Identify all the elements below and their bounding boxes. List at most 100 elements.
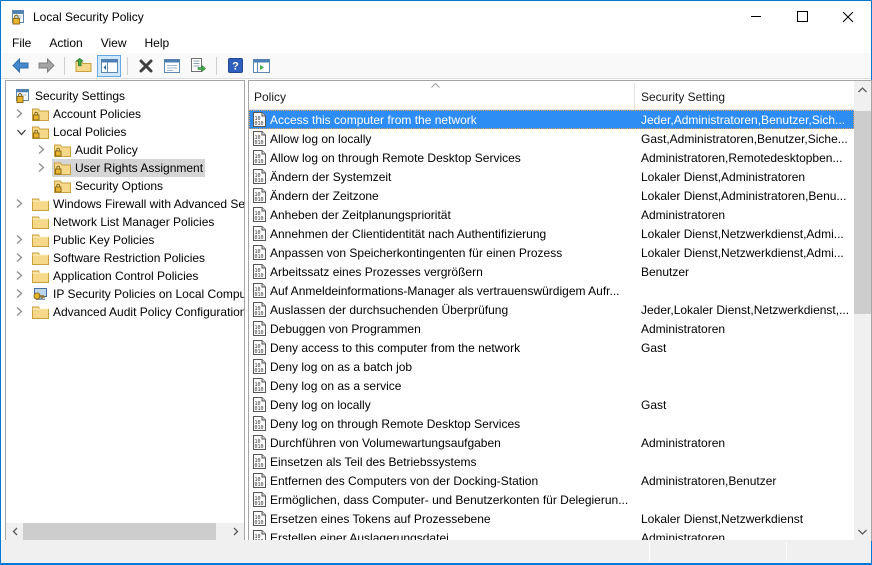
table-row[interactable]: 10010Ändern der ZeitzoneLokaler Dienst,A… <box>249 186 854 205</box>
policy-rows: 10010Access this computer from the netwo… <box>249 110 854 540</box>
tree-item-label: IP Security Policies on Local Computer <box>53 287 244 301</box>
up-one-level-button[interactable] <box>71 55 95 77</box>
table-row[interactable]: 10010Auf Anmeldeinformations-Manager als… <box>249 281 854 300</box>
cell-security-setting: Lokaler Dienst,Netzwerkdienst,Admi... <box>641 227 852 241</box>
column-divider[interactable] <box>634 83 635 109</box>
cell-policy: Anheben der Zeitplanungspriorität <box>270 208 632 222</box>
tree-item-application-control-policies[interactable]: Application Control Policies <box>6 267 244 285</box>
tree-item-user-rights-assignment[interactable]: User Rights Assignment <box>6 159 244 177</box>
column-header-policy[interactable]: Policy <box>254 90 286 104</box>
chevron-collapsed-icon[interactable] <box>38 162 50 174</box>
chevron-collapsed-icon[interactable] <box>16 306 28 318</box>
table-row[interactable]: 10010Ändern der SystemzeitLokaler Dienst… <box>249 167 854 186</box>
forward-button[interactable] <box>34 55 58 77</box>
chevron-collapsed-icon[interactable] <box>16 108 28 120</box>
table-row[interactable]: 10010Entfernen des Computers von der Doc… <box>249 471 854 490</box>
svg-text:010: 010 <box>255 273 264 279</box>
chevron-collapsed-icon[interactable] <box>16 198 28 210</box>
back-button[interactable] <box>8 55 32 77</box>
close-button[interactable] <box>825 1 871 32</box>
tree-item-local-policies[interactable]: Local Policies <box>6 123 244 141</box>
table-row[interactable]: 10010Deny log on as a service <box>249 376 854 395</box>
minimize-button[interactable] <box>733 1 779 32</box>
table-row[interactable]: 10010Allow log on through Remote Desktop… <box>249 148 854 167</box>
table-row[interactable]: 10010Anpassen von Speicherkontingenten f… <box>249 243 854 262</box>
table-row[interactable]: 10010Durchführen von Volumewartungsaufga… <box>249 433 854 452</box>
properties-icon <box>164 59 180 73</box>
svg-text:?: ? <box>232 61 239 73</box>
table-row[interactable]: 10010Annehmen der Clientidentität nach A… <box>249 224 854 243</box>
tree-horizontal-scrollbar <box>6 523 244 540</box>
svg-text:010: 010 <box>255 121 264 127</box>
tree-item-label: Windows Firewall with Advanced Security <box>53 197 244 211</box>
scroll-left-arrow[interactable] <box>6 523 23 540</box>
table-row[interactable]: 10010Debuggen von ProgrammenAdministrato… <box>249 319 854 338</box>
table-row[interactable]: 10010Einsetzen als Teil des Betriebssyst… <box>249 452 854 471</box>
table-row[interactable]: 10010Ermöglichen, dass Computer- und Ben… <box>249 490 854 509</box>
tree-item-label: Security Settings <box>35 89 125 103</box>
toolbar-separator <box>216 57 217 75</box>
cell-policy: Debuggen von Programmen <box>270 322 632 336</box>
cell-policy: Allow log on locally <box>270 132 632 146</box>
tree-item-software-restriction-policies[interactable]: Software Restriction Policies <box>6 249 244 267</box>
table-row[interactable]: 10010Erstellen einer AuslagerungsdateiAd… <box>249 528 854 540</box>
svg-text:010: 010 <box>255 482 264 488</box>
table-row[interactable]: 10010Arbeitssatz eines Prozesses vergröß… <box>249 262 854 281</box>
folder-icon <box>32 269 53 283</box>
export-list-icon <box>190 58 206 73</box>
export-list-button[interactable] <box>186 55 210 77</box>
statusbar-divider <box>786 542 787 561</box>
tree-item-audit-policy[interactable]: Audit Policy <box>6 141 244 159</box>
tree-item-security-options[interactable]: Security Options <box>6 177 244 195</box>
help-button[interactable]: ? <box>223 55 247 77</box>
tree-item-label: Application Control Policies <box>53 269 198 283</box>
tree-item-ip-security-policies-on-local-computer[interactable]: IP Security Policies on Local Computer <box>6 285 244 303</box>
table-row[interactable]: 10010Deny access to this computer from t… <box>249 338 854 357</box>
tree-item-label: Local Policies <box>53 125 126 139</box>
scrollbar-thumb[interactable] <box>854 111 871 314</box>
menu-item-action[interactable]: Action <box>40 34 91 52</box>
titlebar: Local Security Policy <box>1 1 871 32</box>
menu-item-view[interactable]: View <box>92 34 136 52</box>
svg-text:010: 010 <box>255 444 264 450</box>
scroll-up-arrow[interactable] <box>854 81 871 98</box>
column-header-security-setting[interactable]: Security Setting <box>641 90 725 104</box>
table-row[interactable]: 10010Allow log on locallyGast,Administra… <box>249 129 854 148</box>
tree-item-public-key-policies[interactable]: Public Key Policies <box>6 231 244 249</box>
delete-button[interactable] <box>134 55 158 77</box>
tree-item-network-list-manager-policies[interactable]: Network List Manager Policies <box>6 213 244 231</box>
scroll-down-arrow[interactable] <box>854 523 871 540</box>
tree-item-label: Advanced Audit Policy Configuration <box>53 305 244 319</box>
menu-item-file[interactable]: File <box>3 34 40 52</box>
table-row[interactable]: 10010Deny log on through Remote Desktop … <box>249 414 854 433</box>
svg-text:010: 010 <box>255 254 264 260</box>
table-row[interactable]: 10010Access this computer from the netwo… <box>249 110 854 129</box>
chevron-expanded-icon[interactable] <box>16 126 28 138</box>
show-action-pane-icon <box>253 59 270 73</box>
chevron-collapsed-icon[interactable] <box>38 144 50 156</box>
maximize-button[interactable] <box>779 1 825 32</box>
chevron-collapsed-icon[interactable] <box>16 234 28 246</box>
chevron-collapsed-icon[interactable] <box>16 288 28 300</box>
cell-security-setting: Administratoren <box>641 208 852 222</box>
menu-item-help[interactable]: Help <box>136 34 179 52</box>
cell-security-setting: Lokaler Dienst,Administratoren <box>641 170 852 184</box>
table-row[interactable]: 10010Anheben der ZeitplanungsprioritätAd… <box>249 205 854 224</box>
back-icon <box>12 58 29 73</box>
table-row[interactable]: 10010Deny log on as a batch job <box>249 357 854 376</box>
scrollbar-thumb[interactable] <box>23 523 216 540</box>
properties-button[interactable] <box>160 55 184 77</box>
scroll-right-arrow[interactable] <box>227 523 244 540</box>
show-action-pane-button[interactable] <box>249 55 273 77</box>
chevron-collapsed-icon[interactable] <box>16 252 28 264</box>
table-row[interactable]: 10010Ersetzen eines Tokens auf Prozesseb… <box>249 509 854 528</box>
tree-item-account-policies[interactable]: Account Policies <box>6 105 244 123</box>
show-console-tree-button[interactable] <box>97 55 121 77</box>
tree-item-windows-firewall-with-advanced-security[interactable]: Windows Firewall with Advanced Security <box>6 195 244 213</box>
table-row[interactable]: 10010Auslassen der durchsuchenden Überpr… <box>249 300 854 319</box>
folder-icon <box>32 197 53 211</box>
chevron-collapsed-icon[interactable] <box>16 270 28 282</box>
tree-item-security-settings[interactable]: Security Settings <box>6 87 244 105</box>
tree-item-advanced-audit-policy-configuration[interactable]: Advanced Audit Policy Configuration <box>6 303 244 321</box>
table-row[interactable]: 10010Deny log on locallyGast <box>249 395 854 414</box>
